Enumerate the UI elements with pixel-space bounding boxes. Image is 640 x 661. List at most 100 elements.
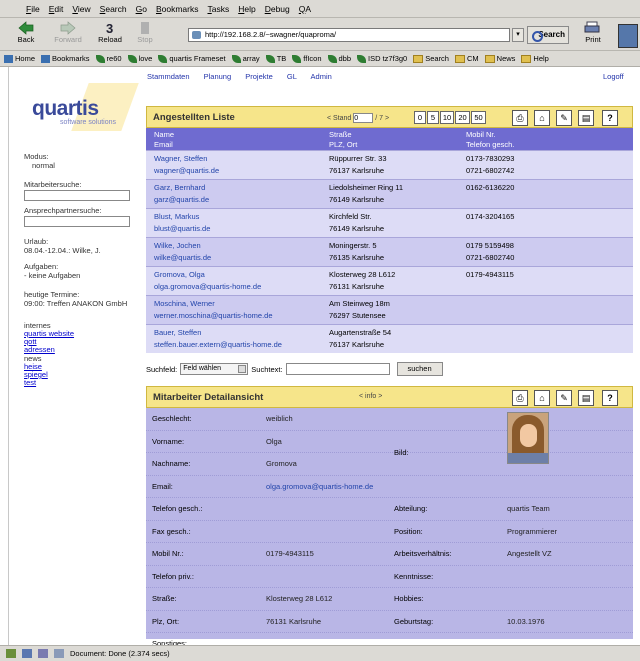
nav-gl[interactable]: GL [287,72,297,81]
table-row[interactable]: Garz, Bernhard garz@quartis.de Liedolshe… [146,179,633,208]
bookmark-love[interactable]: love [127,54,152,63]
row-email[interactable]: werner.moschina@quartis-home.de [154,311,273,320]
reload-button[interactable]: 3 Reload [90,21,130,49]
row-email[interactable]: wagner@quartis.de [154,166,219,175]
col-email[interactable]: Email [154,140,173,149]
menu-help[interactable]: Help [238,4,255,14]
export-icon[interactable]: ⎙ [512,390,528,406]
menu-bookmarks[interactable]: Bookmarks [156,4,199,14]
menu-search[interactable]: Search [100,4,127,14]
bookmark-tb[interactable]: TB [265,54,286,63]
suchtext-input[interactable] [285,363,390,375]
table-row[interactable]: Wagner, Steffen wagner@quartis.de Rüppur… [146,150,633,179]
bookmark-quartis-frameset[interactable]: quartis Frameset [158,54,226,63]
link-test[interactable]: test [24,379,74,387]
col-strasse[interactable]: Straße [329,130,352,139]
bookmark-isd[interactable]: ISD tz7f3g0 [357,54,407,63]
print-icon[interactable]: ▤ [578,390,594,406]
address-book-icon[interactable] [54,649,64,658]
detail-info-nav[interactable]: < info > [359,393,382,400]
menu-file[interactable]: File [26,4,40,14]
menu-debug[interactable]: Debug [265,4,290,14]
ansprechpartnersuche-input[interactable] [24,216,130,227]
nav-admin[interactable]: Admin [311,72,332,81]
row-email[interactable]: wilke@quartis.de [154,253,211,262]
menu-qa[interactable]: QA [299,4,311,14]
back-button[interactable]: Back [6,21,46,49]
row-name[interactable]: Moschina, Werner [154,299,215,308]
bookmark-fficon[interactable]: ffIcon [292,54,322,63]
menu-edit[interactable]: Edit [49,4,64,14]
table-row[interactable]: Wilke, Jochen wilke@quartis.de Moningers… [146,237,633,266]
navigator-icon[interactable] [6,649,16,658]
row-name[interactable]: Bauer, Steffen [154,328,201,337]
row-name[interactable]: Blust, Markus [154,212,199,221]
table-row[interactable]: Moschina, Werner werner.moschina@quartis… [146,295,633,324]
nav-stammdaten[interactable]: Stammdaten [147,72,190,81]
pager-prev[interactable]: < Stand [327,115,351,122]
table-row[interactable]: Blust, Markus blust@quartis.de Kirchfeld… [146,208,633,237]
quartis-logo[interactable]: quartis software solutions [32,83,139,131]
pager-input[interactable] [353,113,374,123]
pager-next[interactable]: / 7 > [375,115,389,122]
url-history-dropdown[interactable]: ▾ [512,28,524,42]
logoff-link[interactable]: Logoff [603,72,624,81]
mitarbeitersuche-input[interactable] [24,190,130,201]
bookmark-array[interactable]: array [231,54,260,63]
col-mobil[interactable]: Mobil Nr. [466,130,496,139]
bookmark-search[interactable]: Search [413,54,449,63]
table-row[interactable]: Bauer, Steffen steffen.bauer.extern@quar… [146,324,633,353]
export-icon[interactable]: ⎙ [512,110,528,126]
menu-tasks[interactable]: Tasks [207,4,229,14]
suchen-button[interactable]: suchen [396,362,443,376]
row-name[interactable]: Garz, Bernhard [154,183,205,192]
pagesize-0[interactable]: 0 [414,111,426,124]
row-email[interactable]: blust@quartis.de [154,224,210,233]
col-telefon[interactable]: Telefon gesch. [466,140,514,149]
row-name[interactable]: Wagner, Steffen [154,154,207,163]
mail-icon[interactable] [22,649,32,658]
bookmark-bookmarks[interactable]: Bookmarks [41,54,90,63]
edit-document-icon[interactable]: ✎ [556,110,572,126]
bookmark-re60[interactable]: re60 [95,54,122,63]
forward-button[interactable]: Forward [48,21,88,49]
stop-button[interactable]: Stop [130,21,160,49]
menu-go[interactable]: Go [136,4,147,14]
row-email[interactable]: steffen.bauer.extern@quartis-home.de [154,340,282,349]
edit-document-icon[interactable]: ✎ [556,390,572,406]
menu-view[interactable]: View [72,4,90,14]
pagesize-10[interactable]: 10 [440,111,454,124]
link-adressen[interactable]: adressen [24,346,74,354]
help-icon[interactable]: ? [602,110,618,126]
new-document-icon[interactable]: ⌂ [534,110,550,126]
detail-email-link[interactable]: olga.gromova@quartis-home.de [266,482,373,491]
help-icon[interactable]: ? [602,390,618,406]
detail-label: Straße: [152,594,177,603]
print-icon[interactable]: ▤ [578,110,594,126]
bookmark-news[interactable]: News [484,54,515,63]
row-name[interactable]: Gromova, Olga [154,270,205,279]
table-row[interactable]: Gromova, Olga olga.gromova@quartis-home.… [146,266,633,295]
pagesize-50[interactable]: 50 [471,111,486,124]
pagesize-5[interactable]: 5 [427,111,439,124]
col-plz-ort[interactable]: PLZ, Ort [329,140,357,149]
search-button[interactable]: Search [527,26,569,44]
url-field[interactable]: http://192.168.2.8/~swagner/quaproma/ [188,28,510,42]
bookmark-home[interactable]: Home [4,54,35,63]
nav-projekte[interactable]: Projekte [245,72,273,81]
nav-planung[interactable]: Planung [204,72,232,81]
detail-row: Vorname: Olga Bild: [146,431,633,457]
new-document-icon[interactable]: ⌂ [534,390,550,406]
bookmark-dbb[interactable]: dbb [327,54,351,63]
composer-icon[interactable] [38,649,48,658]
col-name[interactable]: Name [154,130,174,139]
row-name[interactable]: Wilke, Jochen [154,241,201,250]
pagesize-20[interactable]: 20 [455,111,470,124]
row-email[interactable]: olga.gromova@quartis-home.de [154,282,261,291]
aufgaben-value: - keine Aufgaben [24,271,81,280]
suchfeld-select[interactable]: Feld wählen [180,363,249,375]
bookmark-cm[interactable]: CM [454,54,479,63]
bookmark-help[interactable]: Help [521,54,549,63]
print-button[interactable]: Print [576,21,610,49]
row-email[interactable]: garz@quartis.de [154,195,209,204]
